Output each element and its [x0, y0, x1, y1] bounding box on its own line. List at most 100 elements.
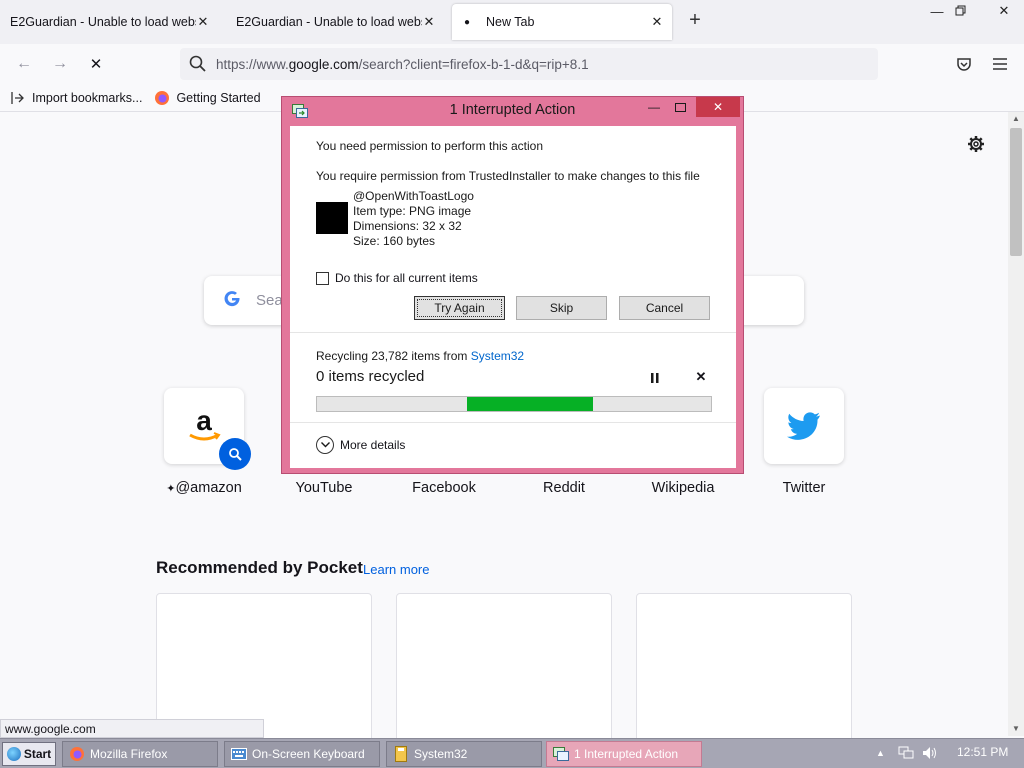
pocket-card[interactable] [396, 593, 612, 753]
file-dimensions: Dimensions: 32 x 32 [353, 219, 462, 233]
dialog-close-icon[interactable]: ✕ [696, 97, 740, 117]
topsite-amazon[interactable]: a ✦@amazon [164, 388, 251, 496]
clock[interactable]: 12:51 PM [957, 745, 1008, 759]
network-icon[interactable] [898, 746, 914, 763]
dialog-titlebar[interactable]: 1 Interrupted Action — ✕ [282, 97, 743, 125]
url-text: https://www.google.com/search?client=fir… [216, 56, 589, 72]
tab-strip: E2Guardian - Unable to load website ✕ E2… [0, 0, 1024, 44]
tray-expand-icon[interactable]: ▲ [876, 748, 885, 758]
try-again-button[interactable]: Try Again [414, 296, 505, 320]
scroll-down-icon[interactable]: ▼ [1008, 722, 1024, 736]
folder-icon [393, 746, 409, 762]
topsite-tile[interactable] [764, 388, 844, 464]
apply-to-all-checkbox[interactable] [316, 271, 329, 285]
file-type: Item type: PNG image [353, 204, 472, 218]
more-details-label: More details [340, 438, 406, 452]
stop-operation-icon[interactable]: ✕ [694, 369, 708, 384]
task-interrupted-action[interactable]: 1 Interrupted Action [546, 741, 702, 767]
windows-taskbar: Start Mozilla Firefox On-Screen Keyboard… [0, 738, 1024, 768]
task-system32[interactable]: System32 [386, 741, 542, 767]
task-label: On-Screen Keyboard [252, 747, 365, 761]
recycled-count: 0 items recycled [316, 368, 425, 385]
search-shortcut-icon [219, 438, 251, 470]
pocket-card[interactable] [636, 593, 852, 753]
pocket-learn-more-link[interactable]: Learn more [363, 562, 429, 577]
close-icon[interactable]: ✕ [422, 14, 436, 30]
bookmark-getting-started[interactable]: Getting Started [154, 90, 261, 106]
firefox-icon [69, 746, 85, 762]
cancel-button[interactable]: Cancel [619, 296, 710, 320]
bookmark-label: Getting Started [176, 90, 261, 105]
bookmark-label: Import bookmarks... [32, 90, 143, 105]
file-name: @OpenWithToastLogo [353, 189, 474, 203]
dialog-maximize-icon[interactable] [668, 97, 692, 117]
pause-icon[interactable] [648, 371, 662, 385]
firefox-icon [154, 90, 170, 106]
task-label: 1 Interrupted Action [574, 747, 679, 761]
status-url-tooltip: www.google.com [0, 719, 264, 738]
file-size: Size: 160 bytes [353, 234, 436, 248]
navigation-toolbar: ← → ✕ https://www.google.com/search?clie… [0, 44, 1024, 84]
tab-e2guardian-1[interactable]: E2Guardian - Unable to load website ✕ [2, 4, 218, 40]
page-scrollbar[interactable]: ▲ ▼ [1008, 112, 1024, 736]
dialog-minimize-icon[interactable]: — [642, 97, 666, 117]
topsite-label: YouTube [295, 480, 353, 496]
tab-new-tab[interactable]: ● New Tab ✕ [452, 4, 672, 40]
twitter-logo-icon [787, 412, 820, 440]
source-folder-link[interactable]: System32 [471, 349, 524, 363]
progress-marquee [466, 397, 593, 411]
topsite-label: ✦@amazon [166, 480, 242, 496]
keyboard-icon [231, 746, 247, 762]
stop-loading-icon[interactable]: ✕ [84, 52, 108, 76]
apply-to-all-checkbox-row[interactable]: Do this for all current items [316, 271, 478, 285]
checkbox-label: Do this for all current items [335, 271, 478, 285]
new-tab-button[interactable]: + [684, 10, 706, 32]
topsite-tile[interactable]: a [164, 388, 251, 470]
close-icon[interactable]: ✕ [650, 14, 664, 30]
task-label: System32 [414, 747, 468, 761]
topsite-label: Wikipedia [651, 480, 715, 496]
restore-icon[interactable] [946, 0, 976, 22]
tab-title: New Tab [486, 15, 535, 29]
hamburger-menu-icon[interactable] [988, 52, 1012, 76]
tab-e2guardian-2[interactable]: E2Guardian - Unable to load website ✕ [228, 4, 444, 40]
search-icon [189, 55, 206, 72]
window-close-icon[interactable]: ✕ [986, 0, 1022, 22]
search-placeholder: Sea [256, 292, 283, 309]
divider [290, 332, 736, 333]
interrupted-action-dialog: 1 Interrupted Action — ✕ You need permis… [281, 96, 744, 474]
tab-title: E2Guardian - Unable to load website [10, 15, 196, 29]
chevron-down-icon [316, 436, 334, 454]
task-firefox[interactable]: Mozilla Firefox [62, 741, 218, 767]
dialog-heading: You need permission to perform this acti… [316, 139, 544, 153]
task-on-screen-keyboard[interactable]: On-Screen Keyboard [224, 741, 380, 767]
file-thumbnail [316, 202, 348, 234]
more-details-toggle[interactable]: More details [316, 436, 405, 454]
pocket-heading: Recommended by Pocket [156, 558, 363, 577]
forward-arrow-icon[interactable]: → [48, 52, 72, 76]
amazon-logo-icon: a [189, 406, 221, 441]
divider [290, 422, 736, 423]
topsite-twitter[interactable]: Twitter [764, 388, 844, 496]
start-label: Start [23, 747, 52, 761]
tab-title: E2Guardian - Unable to load website [236, 15, 422, 29]
pocket-icon[interactable] [952, 52, 976, 76]
bookmark-import[interactable]: Import bookmarks... [10, 90, 142, 106]
close-icon[interactable]: ✕ [196, 14, 210, 30]
svg-text:a: a [196, 406, 212, 436]
permission-message: You require permission from TrustedInsta… [316, 169, 700, 183]
recycling-status: Recycling 23,782 items from System32 [316, 349, 525, 363]
back-arrow-icon[interactable]: ← [12, 52, 36, 76]
task-label: Mozilla Firefox [90, 747, 168, 761]
topsite-label: Twitter [782, 480, 826, 496]
scroll-up-icon[interactable]: ▲ [1008, 112, 1024, 126]
volume-icon[interactable] [922, 746, 938, 763]
address-bar[interactable]: https://www.google.com/search?client=fir… [180, 48, 878, 80]
skip-button[interactable]: Skip [516, 296, 607, 320]
import-icon [10, 90, 26, 106]
google-icon [222, 288, 242, 314]
gear-icon[interactable] [966, 134, 986, 154]
scrollbar-thumb[interactable] [1010, 128, 1022, 256]
file-copy-icon [553, 746, 569, 762]
start-button[interactable]: Start [2, 742, 56, 766]
